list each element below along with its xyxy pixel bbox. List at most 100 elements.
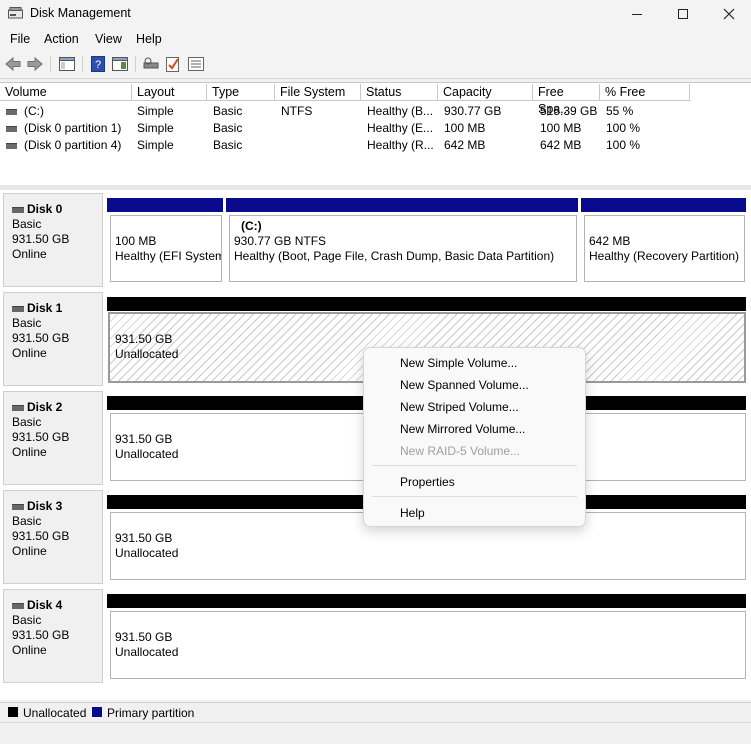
help-button[interactable]: ?	[89, 55, 107, 73]
volume-name: (Disk 0 partition 4)	[24, 138, 122, 152]
partition-recovery[interactable]: 642 MB Healthy (Recovery Partition)	[584, 215, 745, 282]
column-header-free-space[interactable]: Free Spa...	[533, 84, 600, 116]
disk-name: Disk 4	[27, 598, 63, 612]
minimize-button[interactable]	[614, 0, 660, 28]
partition-size: 930.77 GB NTFS	[234, 234, 327, 248]
toolbar: ?	[0, 50, 751, 79]
volume-percent-free: 100 %	[606, 138, 641, 152]
maximize-button[interactable]	[660, 0, 706, 28]
disk-1-label[interactable]: Disk 1 Basic 931.50 GB Online	[3, 292, 103, 386]
volume-name: (Disk 0 partition 1)	[24, 121, 122, 135]
disk-name: Disk 3	[27, 499, 63, 513]
disk-size: 931.50 GB	[12, 529, 70, 543]
close-icon	[723, 8, 735, 20]
show-hide-action-pane-button[interactable]	[111, 55, 129, 73]
forward-arrow-icon	[27, 57, 43, 71]
unallocated-space[interactable]: 931.50 GB Unallocated	[110, 611, 746, 679]
disk-type: Basic	[12, 316, 42, 330]
console-tree-icon	[59, 57, 75, 71]
unallocated-size: 931.50 GB	[115, 531, 173, 545]
volume-capacity: 930.77 GB	[444, 104, 502, 118]
legend-swatch-unallocated	[8, 707, 18, 717]
partition-label: (C:)	[241, 219, 262, 233]
menu-item-help[interactable]: Help	[400, 506, 425, 520]
disk-name: Disk 0	[27, 202, 63, 216]
key-disk-icon	[143, 57, 159, 69]
help-book-icon: ?	[91, 56, 105, 72]
volume-status: Healthy (B...	[367, 104, 434, 118]
column-header-volume[interactable]: Volume	[0, 84, 132, 101]
minimize-icon	[632, 14, 642, 15]
menu-item-new-simple-volume[interactable]: New Simple Volume...	[400, 356, 517, 370]
disk-0-label[interactable]: Disk 0 Basic 931.50 GB Online	[3, 193, 103, 287]
volume-drive-icon	[6, 109, 17, 115]
disk-3-label[interactable]: Disk 3 Basic 931.50 GB Online	[3, 490, 103, 584]
column-header-layout[interactable]: Layout	[132, 84, 207, 101]
column-header-status[interactable]: Status	[361, 84, 438, 101]
unallocated-label: Unallocated	[115, 645, 179, 659]
disk-4-label[interactable]: Disk 4 Basic 931.50 GB Online	[3, 589, 103, 683]
connect-virtual-disk-button[interactable]	[142, 55, 160, 73]
volume-layout: Simple	[137, 121, 174, 135]
back-arrow-icon	[5, 57, 21, 71]
menu-help[interactable]: Help	[136, 32, 162, 46]
menu-item-new-spanned-volume[interactable]: New Spanned Volume...	[400, 378, 529, 392]
disk-icon	[12, 404, 24, 411]
volume-list: Volume Layout Type File System Status Ca…	[0, 82, 751, 187]
partition-header-bar	[581, 198, 746, 212]
title-bar: Disk Management	[0, 0, 751, 28]
partition-size: 642 MB	[589, 234, 631, 248]
partition-size: 100 MB	[115, 234, 157, 248]
volume-drive-icon	[6, 143, 17, 149]
volume-name: (C:)	[24, 104, 44, 118]
properties-list-button[interactable]	[187, 55, 205, 73]
volume-drive-icon	[6, 126, 17, 132]
volume-layout: Simple	[137, 138, 174, 152]
column-header-percent-free[interactable]: % Free	[600, 84, 690, 101]
disk-type: Basic	[12, 217, 42, 231]
back-button[interactable]	[4, 55, 22, 73]
disk-2-label[interactable]: Disk 2 Basic 931.50 GB Online	[3, 391, 103, 485]
volume-type: Basic	[213, 138, 243, 152]
legend-label-unallocated: Unallocated	[23, 706, 87, 720]
menu-item-properties[interactable]: Properties	[400, 475, 455, 489]
disk-size: 931.50 GB	[12, 232, 70, 246]
show-hide-console-tree-button[interactable]	[58, 55, 76, 73]
checklist-button[interactable]	[164, 55, 182, 73]
checklist-icon	[166, 57, 179, 72]
toolbar-separator	[82, 56, 83, 72]
volume-file-system: NTFS	[281, 104, 313, 118]
legend: Unallocated Primary partition	[0, 702, 751, 723]
disk-size: 931.50 GB	[12, 628, 70, 642]
menu-item-new-mirrored-volume[interactable]: New Mirrored Volume...	[400, 422, 525, 436]
close-button[interactable]	[706, 0, 751, 28]
menu-bar: File Action View Help	[0, 28, 751, 50]
partition-efi[interactable]: 100 MB Healthy (EFI System	[110, 215, 222, 282]
unallocated-size: 931.50 GB	[115, 630, 173, 644]
partition-c-drive[interactable]: (C:) 930.77 GB NTFS Healthy (Boot, Page …	[229, 215, 577, 282]
status-bar	[0, 722, 751, 744]
disk-type: Basic	[12, 415, 42, 429]
volume-percent-free: 55 %	[606, 104, 634, 118]
column-header-capacity[interactable]: Capacity	[438, 84, 533, 101]
menu-item-new-raid5-volume: New RAID-5 Volume...	[400, 444, 521, 458]
menu-view[interactable]: View	[95, 32, 122, 46]
disk-status: Online	[12, 247, 47, 261]
column-header-type[interactable]: Type	[207, 84, 275, 101]
partition-status: Healthy (EFI System	[115, 249, 222, 263]
forward-button[interactable]	[26, 55, 44, 73]
toolbar-separator	[50, 56, 51, 72]
menu-action[interactable]: Action	[44, 32, 79, 46]
disk-icon	[12, 602, 24, 609]
menu-separator	[372, 465, 577, 466]
menu-item-new-striped-volume[interactable]: New Striped Volume...	[400, 400, 519, 414]
disk-name: Disk 1	[27, 301, 63, 315]
column-header-file-system[interactable]: File System	[275, 84, 361, 101]
volume-capacity: 100 MB	[444, 121, 486, 135]
partition-header-bar	[226, 198, 578, 212]
properties-list-icon	[188, 57, 204, 71]
disk-type: Basic	[12, 514, 42, 528]
unallocated-header-bar	[107, 594, 746, 608]
menu-file[interactable]: File	[10, 32, 30, 46]
volume-capacity: 642 MB	[444, 138, 486, 152]
